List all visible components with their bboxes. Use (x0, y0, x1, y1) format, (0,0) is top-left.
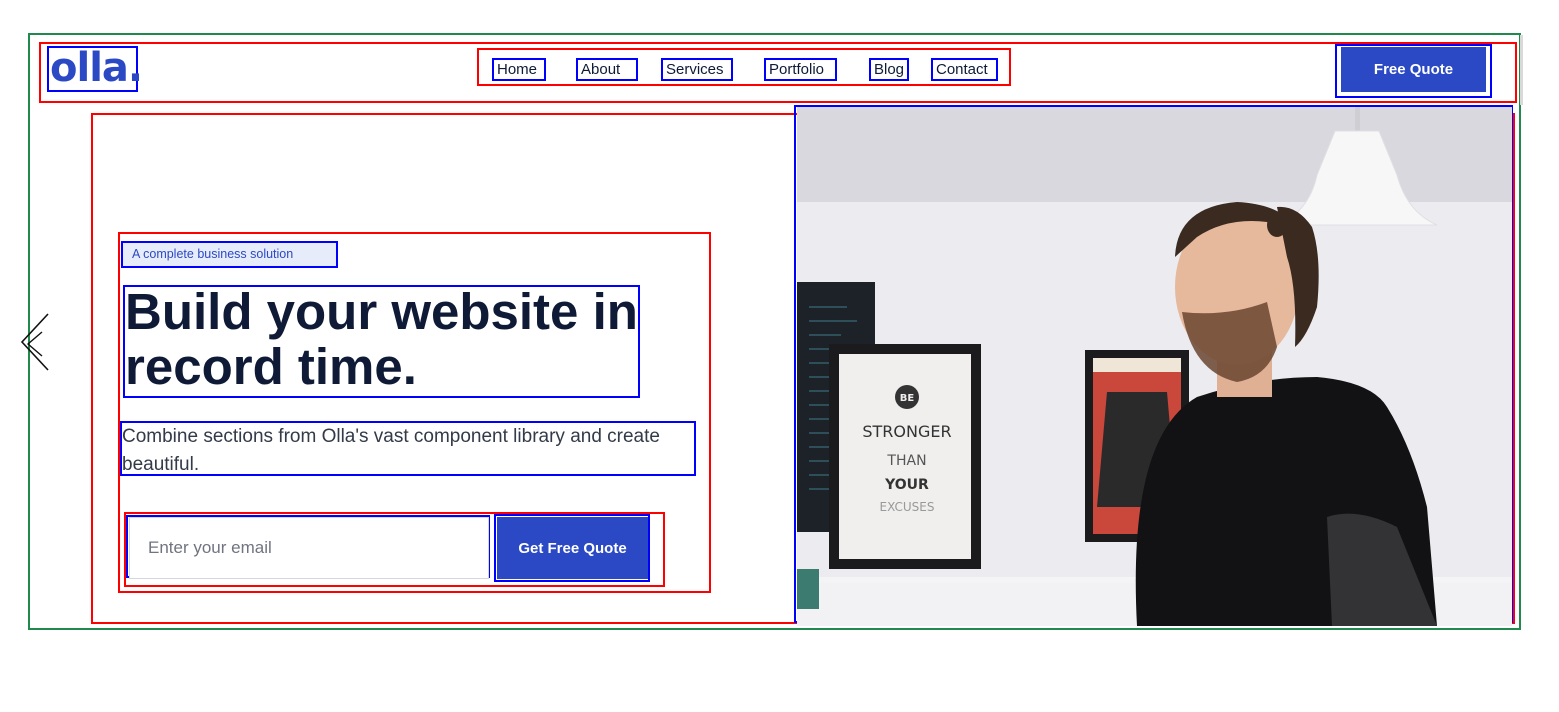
chevron-left-icon[interactable] (18, 310, 52, 374)
nav-home[interactable]: Home (492, 58, 546, 81)
tagline-badge: A complete business solution (123, 243, 336, 266)
nav-portfolio[interactable]: Portfolio (764, 58, 837, 81)
poster-text-5: EXCUSES (880, 500, 935, 514)
logo[interactable]: olla. (50, 48, 143, 91)
nav-services[interactable]: Services (661, 58, 733, 81)
poster-text-2: STRONGER (862, 422, 951, 441)
poster-text-3: THAN (886, 453, 926, 469)
poster-text-1: BE (900, 393, 915, 404)
nav-about[interactable]: About (576, 58, 638, 81)
hero-image: BE STRONGER THAN YOUR EXCUSES (797, 107, 1512, 626)
hero-subtext: Combine sections from Olla's vast compon… (122, 426, 660, 475)
free-quote-button[interactable]: Free Quote (1341, 47, 1486, 92)
nav-contact[interactable]: Contact (931, 58, 998, 81)
hero-headline: Build your website in record time. (125, 283, 638, 395)
hero-photo-illustration: BE STRONGER THAN YOUR EXCUSES (797, 107, 1512, 626)
poster-text-4: YOUR (884, 477, 929, 493)
nav-blog[interactable]: Blog (869, 58, 909, 81)
email-input[interactable] (129, 517, 489, 579)
get-free-quote-button[interactable]: Get Free Quote (497, 517, 648, 579)
